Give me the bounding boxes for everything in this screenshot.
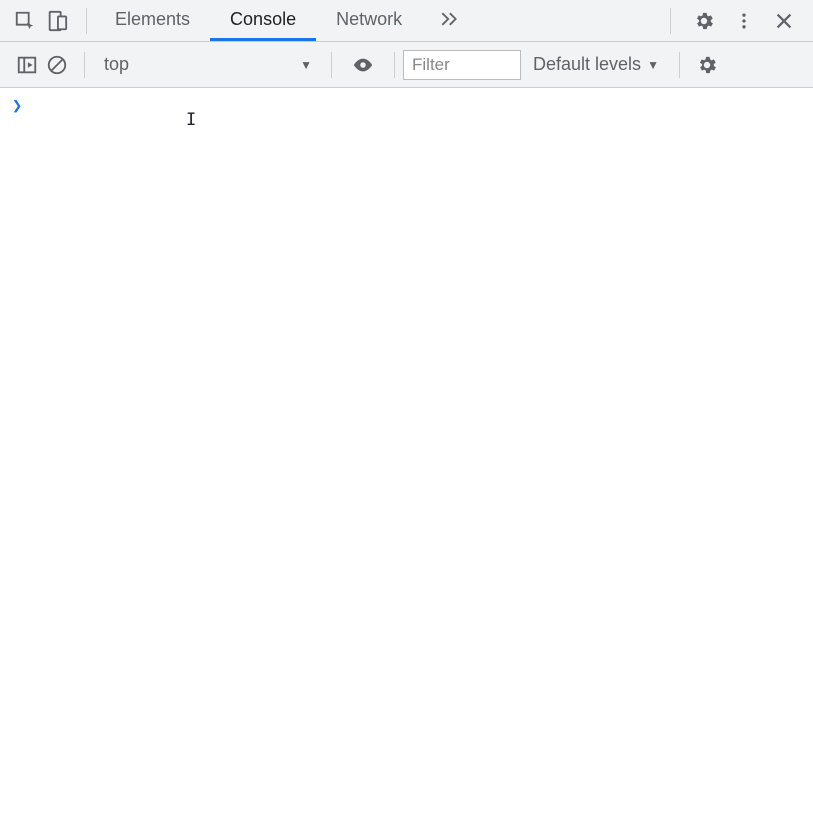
separator [670, 8, 671, 34]
console-output[interactable]: ❯ I [0, 88, 813, 835]
chevron-down-icon: ▼ [647, 58, 659, 72]
clear-console-icon[interactable] [46, 54, 68, 76]
gear-icon[interactable] [696, 54, 718, 76]
main-tools-right [679, 10, 809, 32]
live-expression-eye-icon[interactable] [352, 54, 374, 76]
sidebar-toggle-icon[interactable] [16, 54, 38, 76]
tab-label: Network [336, 9, 402, 30]
tab-more[interactable] [422, 0, 476, 41]
separator [679, 52, 680, 78]
separator [86, 8, 87, 34]
context-selector[interactable]: top ▼ [93, 50, 323, 80]
separator [394, 52, 395, 78]
tab-label: Elements [115, 9, 190, 30]
tab-elements[interactable]: Elements [95, 0, 210, 41]
tab-network[interactable]: Network [316, 0, 422, 41]
tab-label: Console [230, 9, 296, 30]
devtools-tabbar: Elements Console Network [0, 0, 813, 42]
device-toggle-icon[interactable] [46, 10, 68, 32]
tab-console[interactable]: Console [210, 0, 316, 41]
chevron-down-icon: ▼ [300, 58, 312, 72]
close-icon[interactable] [773, 10, 795, 32]
kebab-menu-icon[interactable] [733, 10, 755, 32]
filter-input[interactable] [403, 50, 521, 80]
separator [331, 52, 332, 78]
console-toolbar: top ▼ Default levels ▼ [0, 42, 813, 88]
chevron-double-right-icon [438, 8, 460, 30]
console-prompt[interactable]: ❯ [12, 96, 801, 116]
context-selected-label: top [104, 54, 129, 75]
gear-icon[interactable] [693, 10, 715, 32]
inspect-element-icon[interactable] [14, 10, 36, 32]
prompt-chevron-icon: ❯ [12, 96, 22, 116]
separator [84, 52, 85, 78]
log-levels-selector[interactable]: Default levels ▼ [521, 54, 671, 75]
inspect-tools [4, 10, 78, 32]
tabs-row: Elements Console Network [95, 0, 476, 41]
text-caret-icon: I [186, 110, 196, 130]
log-levels-label: Default levels [533, 54, 641, 75]
